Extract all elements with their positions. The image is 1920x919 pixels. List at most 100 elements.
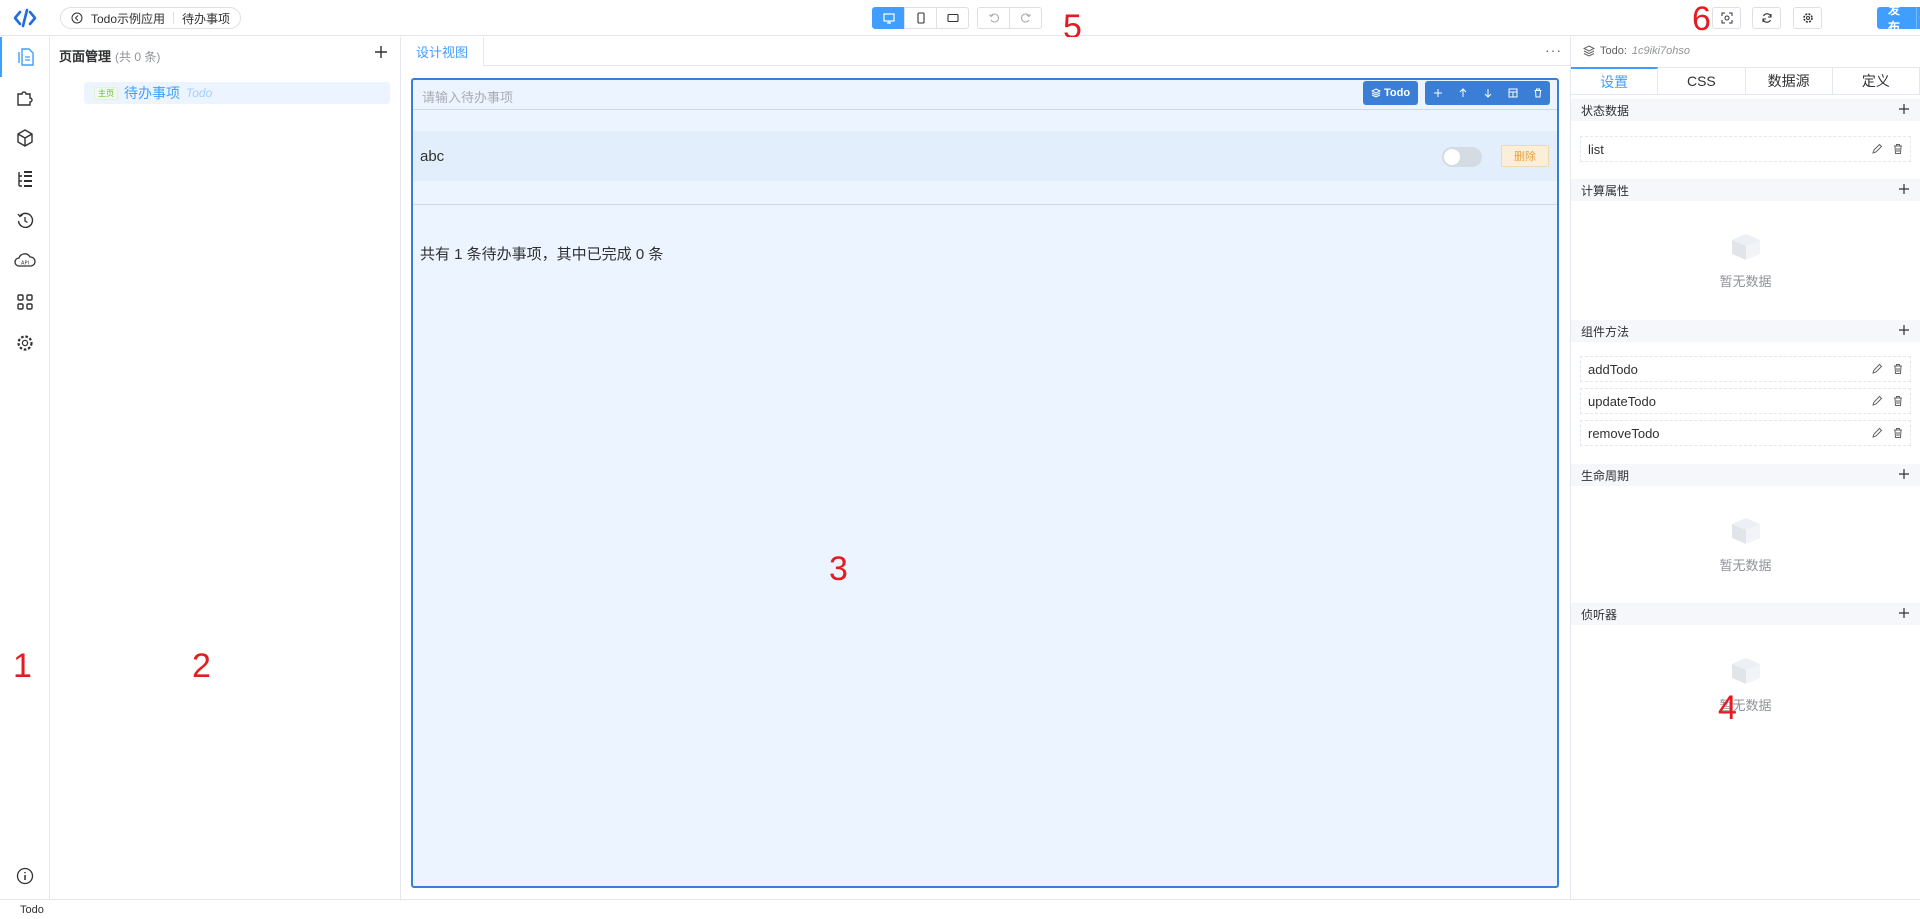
components-tab[interactable] [0, 118, 50, 158]
annotation-2: 2 [192, 647, 211, 685]
lifecycle-empty-state: 暂无数据 [1571, 512, 1920, 574]
item-actions [1871, 363, 1904, 375]
component-label-text: Todo [1384, 87, 1411, 99]
component-label[interactable]: Todo [1363, 81, 1419, 105]
section-state-title: 状态数据 [1581, 103, 1630, 118]
add-method-icon[interactable] [1898, 324, 1910, 336]
watchers-empty-state: 暂无数据 [1571, 652, 1920, 714]
trash-icon [1534, 88, 1541, 98]
screenshot-button[interactable] [1712, 7, 1741, 29]
code-logo-icon[interactable] [13, 8, 37, 28]
design-area: 设计视图 ··· 请输入待办事项 Todo abc 删除 共有 1 条待办事项，… [401, 37, 1570, 899]
publish-split-button: 发布 [1877, 3, 1920, 34]
status-bar: Todo [0, 899, 1920, 919]
todo-done-switch[interactable] [1442, 147, 1482, 167]
tab-css[interactable]: CSS [1658, 67, 1746, 94]
divider [413, 204, 1557, 205]
page-item-name: 待办事项 [124, 85, 180, 101]
move-down-button[interactable] [1475, 81, 1500, 105]
edit-icon[interactable] [1871, 395, 1883, 407]
tab-settings[interactable]: 设置 [1571, 67, 1659, 94]
copy-button[interactable] [1500, 81, 1525, 105]
apps-tab[interactable] [0, 282, 50, 322]
component-name: Todo: [1600, 45, 1627, 57]
copy-icon [1508, 88, 1517, 98]
api-cloud-icon: API [14, 253, 36, 267]
mobile-icon [916, 12, 925, 24]
edit-icon[interactable] [1871, 427, 1883, 439]
section-lifecycle-title: 生命周期 [1581, 468, 1630, 483]
home-page-tag: 主页 [94, 86, 118, 100]
method-item-name: updateTodo [1588, 393, 1656, 409]
annotation-1: 1 [13, 647, 32, 685]
todo-item[interactable]: abc 删除 [413, 131, 1557, 181]
lifecycle-empty-text: 暂无数据 [1719, 558, 1772, 573]
more-options-button[interactable]: ··· [1545, 42, 1562, 58]
back-circle-icon[interactable] [71, 12, 83, 24]
pages-panel-header: 页面管理 (共 0 条) [59, 46, 160, 65]
breadcrumb[interactable]: Todo示例应用 待办事项 [60, 7, 242, 29]
refresh-button[interactable] [1752, 7, 1781, 29]
apps-grid-icon [17, 294, 33, 310]
edit-icon[interactable] [1871, 143, 1883, 155]
add-state-icon[interactable] [1898, 103, 1910, 115]
design-canvas[interactable]: 请输入待办事项 Todo abc 删除 共有 1 条待办事项，其中已完成 0 条… [411, 78, 1559, 888]
cube-icon [17, 129, 33, 147]
breadcrumb-app[interactable]: Todo示例应用 [91, 10, 165, 27]
undo-button[interactable] [977, 7, 1010, 29]
section-lifecycle: 生命周期 [1571, 464, 1920, 486]
desktop-view-button[interactable] [872, 7, 905, 29]
properties-panel: Todo: 1c9iki7ohso 设置 CSS 数据源 定义 状态数据 lis… [1570, 37, 1920, 899]
add-computed-icon[interactable] [1898, 183, 1910, 195]
settings-tab[interactable] [0, 323, 50, 363]
tab-datasource[interactable]: 数据源 [1745, 67, 1833, 94]
trash-icon[interactable] [1892, 143, 1904, 155]
device-switcher [872, 7, 969, 29]
trash-icon[interactable] [1892, 395, 1904, 407]
tree-list-icon [18, 171, 32, 187]
section-methods: 组件方法 [1571, 320, 1920, 342]
delete-component-button[interactable] [1525, 81, 1550, 105]
redo-button[interactable] [1009, 7, 1042, 29]
page-item-code: Todo [186, 86, 213, 100]
breadcrumb-page[interactable]: 待办事项 [182, 10, 230, 27]
component-toolbar [1425, 81, 1550, 105]
settings-button[interactable] [1793, 7, 1822, 29]
method-item-removetodo[interactable]: removeTodo [1580, 420, 1911, 446]
plugins-tab[interactable] [0, 77, 50, 117]
pages-icon [18, 48, 34, 66]
tab-definition[interactable]: 定义 [1832, 67, 1920, 94]
add-watcher-icon[interactable] [1898, 607, 1910, 619]
state-item-name: list [1588, 141, 1604, 157]
mobile-view-button[interactable] [904, 7, 937, 29]
move-up-button[interactable] [1450, 81, 1475, 105]
page-item-todo[interactable]: 主页 待办事项 Todo [84, 82, 390, 104]
publish-dropdown-button[interactable] [1915, 7, 1920, 29]
method-item-addtodo[interactable]: addTodo [1580, 356, 1911, 382]
section-watchers-title: 侦听器 [1581, 607, 1618, 622]
outline-tab[interactable] [0, 159, 50, 199]
move-icon [1433, 89, 1442, 97]
api-tab[interactable]: API [0, 241, 50, 281]
section-methods-title: 组件方法 [1581, 324, 1630, 339]
pages-tab[interactable] [0, 37, 50, 77]
add-lifecycle-icon[interactable] [1898, 468, 1910, 480]
about-tab[interactable] [0, 856, 50, 896]
tab-design-view[interactable]: 设计视图 [401, 37, 485, 66]
method-item-updatetodo[interactable]: updateTodo [1580, 388, 1911, 414]
pages-panel: 页面管理 (共 0 条) 主页 待办事项 Todo 2 [50, 37, 401, 899]
drag-button[interactable] [1425, 81, 1450, 105]
history-tab[interactable] [0, 200, 50, 240]
state-item-list[interactable]: list [1580, 136, 1911, 162]
add-page-icon[interactable] [374, 45, 388, 59]
pages-panel-title: 页面管理 [59, 49, 112, 64]
delete-todo-button[interactable]: 删除 [1501, 145, 1549, 167]
trash-icon[interactable] [1892, 363, 1904, 375]
edit-icon[interactable] [1871, 363, 1883, 375]
tablet-icon [946, 13, 959, 23]
component-id: 1c9iki7ohso [1631, 45, 1691, 57]
publish-button[interactable]: 发布 [1877, 3, 1916, 34]
refresh-icon [1761, 13, 1772, 23]
tablet-view-button[interactable] [936, 7, 969, 29]
trash-icon[interactable] [1892, 427, 1904, 439]
